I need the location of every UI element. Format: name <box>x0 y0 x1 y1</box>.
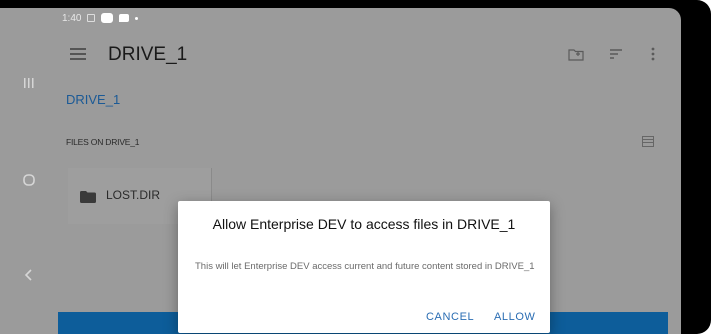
message-icon <box>119 14 130 22</box>
sort-icon[interactable] <box>606 44 626 64</box>
dialog-title: Allow Enterprise DEV to access files in … <box>212 216 516 232</box>
more-notifications-icon <box>135 16 139 20</box>
recent-apps-icon[interactable] <box>18 72 40 94</box>
breadcrumb[interactable]: DRIVE_1 <box>66 92 120 107</box>
back-icon[interactable] <box>18 264 40 286</box>
screen: 1:40 DRIVE_1 DRIVE_1 FILES ON DRIVE_1 LO… <box>0 8 681 334</box>
cancel-button[interactable]: CANCEL <box>426 311 474 323</box>
app-bar: DRIVE_1 <box>58 36 681 76</box>
app-notification-icon <box>101 13 114 23</box>
app-title: DRIVE_1 <box>108 44 188 65</box>
permission-dialog: Allow Enterprise DEV to access files in … <box>178 201 550 333</box>
dialog-body: This will let Enterprise DEV access curr… <box>195 261 535 272</box>
file-name: LOST.DIR <box>106 188 161 202</box>
folder-icon <box>80 190 96 203</box>
notification-icon <box>87 14 96 22</box>
status-time: 1:40 <box>62 12 82 24</box>
home-icon[interactable] <box>18 169 40 191</box>
menu-icon[interactable] <box>70 48 86 62</box>
device-frame: 1:40 DRIVE_1 DRIVE_1 FILES ON DRIVE_1 LO… <box>0 0 711 334</box>
status-bar: 1:40 <box>62 10 139 26</box>
allow-button[interactable]: ALLOW <box>494 311 536 323</box>
list-view-icon[interactable] <box>642 136 654 147</box>
section-label: FILES ON DRIVE_1 <box>66 137 140 147</box>
more-options-icon[interactable] <box>643 44 663 64</box>
new-folder-icon[interactable] <box>566 44 586 64</box>
nav-rail <box>0 8 58 334</box>
